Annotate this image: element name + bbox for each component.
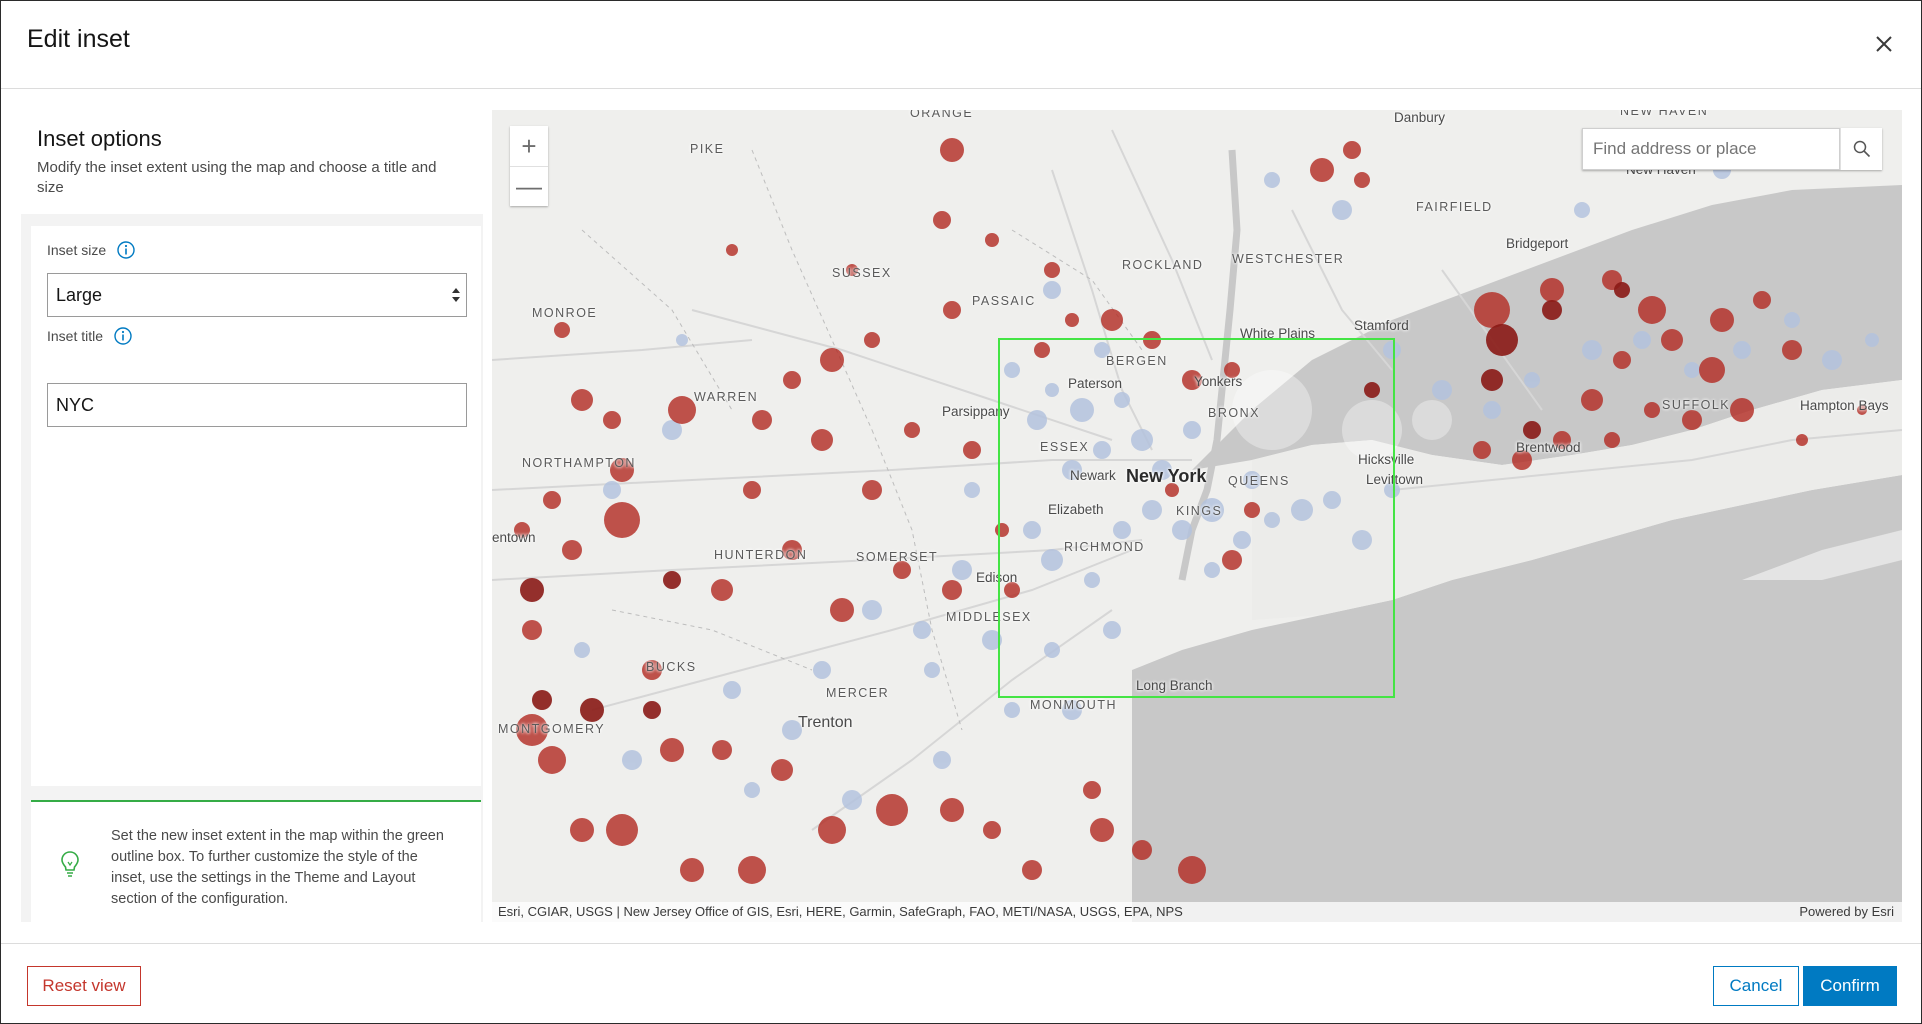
dialog-body: Inset options Modify the inset extent us… bbox=[1, 90, 1921, 942]
edit-inset-dialog: Edit inset Inset options Modify the inse… bbox=[0, 0, 1922, 1024]
lightbulb-icon bbox=[61, 851, 79, 877]
reset-view-button[interactable]: Reset view bbox=[27, 966, 141, 1006]
map-label-passaic: PASSAIC bbox=[972, 294, 1036, 308]
map-label-pike: PIKE bbox=[690, 142, 725, 156]
map-label-warren: WARREN bbox=[694, 390, 759, 404]
map-label-suffolk: SUFFOLK bbox=[1662, 398, 1731, 412]
inset-title-input[interactable] bbox=[47, 383, 467, 427]
map-search bbox=[1582, 128, 1882, 170]
map-city-bridgeport: Bridgeport bbox=[1506, 236, 1569, 251]
inset-title-label: Inset title bbox=[47, 328, 104, 344]
tip-notice: Set the new inset extent in the map with… bbox=[31, 800, 481, 924]
close-button[interactable] bbox=[1871, 31, 1897, 57]
inset-options-panel: Inset options Modify the inset extent us… bbox=[21, 110, 483, 924]
inset-title-label-row: Inset title bbox=[47, 326, 133, 346]
map-label-orange: ORANGE bbox=[910, 110, 974, 120]
map-label-monmouth: MONMOUTH bbox=[1030, 698, 1117, 712]
info-icon[interactable] bbox=[116, 240, 136, 260]
inset-extent-outline[interactable] bbox=[998, 338, 1395, 698]
search-icon bbox=[1853, 140, 1870, 158]
close-icon bbox=[1876, 36, 1892, 52]
inset-size-select[interactable]: Large bbox=[47, 273, 467, 317]
inset-size-label-row: Inset size bbox=[47, 240, 136, 260]
map-label-new-haven: NEW HAVEN bbox=[1620, 110, 1709, 118]
powered-by-text: Powered by Esri bbox=[1799, 904, 1894, 919]
map-label-mercer: MERCER bbox=[826, 686, 890, 700]
dialog-title: Edit inset bbox=[27, 25, 130, 53]
map-city-stamford: Stamford bbox=[1354, 318, 1409, 333]
map-city-brentwood: Brentwood bbox=[1516, 440, 1581, 455]
inset-size-value: Large bbox=[56, 285, 103, 305]
search-input[interactable] bbox=[1582, 128, 1840, 170]
inset-options-title: Inset options bbox=[37, 126, 162, 151]
map-label-hunterdon: HUNTERDON bbox=[714, 548, 808, 562]
zoom-control: + — bbox=[510, 126, 548, 206]
map-view[interactable]: ORANGE PIKE SUSSEX PASSAIC ROCKLAND WEST… bbox=[492, 110, 1902, 922]
map-city-hampton-bays: Hampton Bays bbox=[1800, 398, 1889, 413]
tip-text: Set the new inset extent in the map with… bbox=[111, 828, 444, 907]
map-city-allentown: entown bbox=[492, 530, 536, 545]
dialog-header: Edit inset bbox=[1, 1, 1921, 89]
map-label-somerset: SOMERSET bbox=[856, 550, 939, 564]
map-label-monroe: MONROE bbox=[532, 306, 598, 320]
map-label-fairfield: FAIRFIELD bbox=[1416, 200, 1493, 214]
map-label-rockland: ROCKLAND bbox=[1122, 258, 1204, 272]
map-attribution: Esri, CGIAR, USGS | New Jersey Office of… bbox=[492, 902, 1902, 922]
attribution-text: Esri, CGIAR, USGS | New Jersey Office of… bbox=[498, 904, 1183, 919]
zoom-out-button[interactable]: — bbox=[510, 166, 548, 206]
inset-size-label: Inset size bbox=[47, 242, 107, 258]
map-label-northampton: NORTHAMPTON bbox=[522, 456, 636, 470]
search-button[interactable] bbox=[1840, 128, 1882, 170]
map-city-danbury: Danbury bbox=[1394, 110, 1446, 125]
inset-options-description: Modify the inset extent using the map an… bbox=[37, 159, 437, 196]
map-label-sussex: SUSSEX bbox=[832, 266, 892, 280]
cancel-button[interactable]: Cancel bbox=[1713, 966, 1799, 1006]
inset-options-header: Inset options Modify the inset extent us… bbox=[21, 110, 483, 214]
dialog-footer: Reset view Cancel Confirm bbox=[1, 943, 1921, 1024]
zoom-in-button[interactable]: + bbox=[510, 126, 548, 166]
map-city-trenton: Trenton bbox=[798, 714, 853, 731]
inset-settings-block: Inset size Large Inset title bbox=[31, 226, 481, 786]
map-label-montgomery: MONTGOMERY bbox=[498, 722, 606, 736]
info-icon[interactable] bbox=[113, 326, 133, 346]
select-arrows-icon bbox=[452, 288, 460, 302]
confirm-button[interactable]: Confirm bbox=[1803, 966, 1897, 1006]
map-label-bucks: BUCKS bbox=[646, 660, 697, 674]
map-label-westchester: WESTCHESTER bbox=[1232, 252, 1345, 266]
